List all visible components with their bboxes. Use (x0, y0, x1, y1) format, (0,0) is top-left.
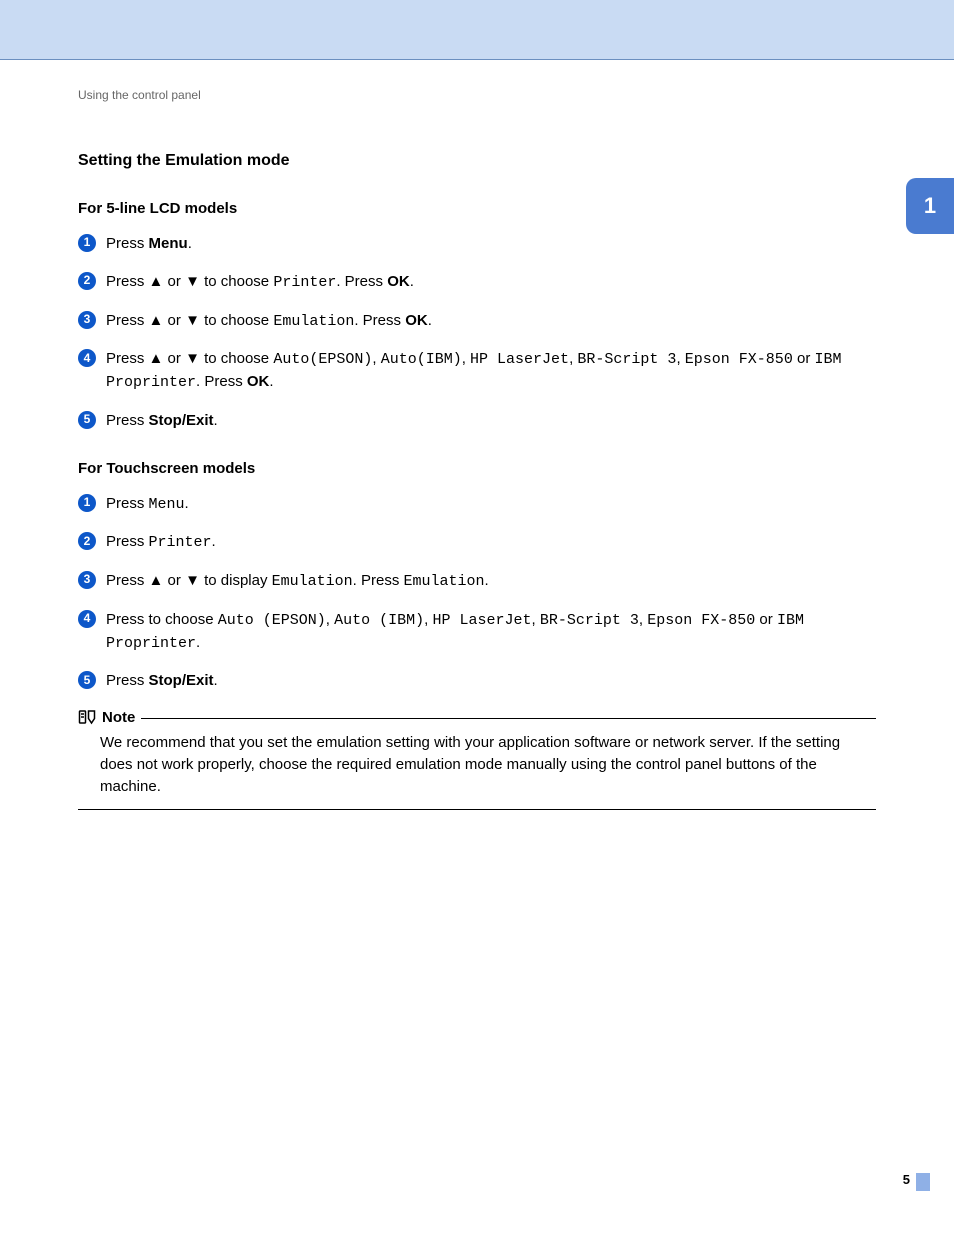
step-item: 4 Press ▲ or ▼ to choose Auto(EPSON), Aut… (78, 348, 876, 394)
step-number-bullet: 3 (78, 571, 96, 589)
note-pencil-icon (78, 708, 96, 726)
step-item: 3 Press ▲ or ▼ to choose Emulation. Press… (78, 310, 876, 333)
step-number-bullet: 4 (78, 610, 96, 628)
step-text: Press ▲ or ▼ to display Emulation. Press… (106, 570, 876, 593)
step-text: Press Stop/Exit. (106, 410, 876, 432)
step-number-bullet: 3 (78, 311, 96, 329)
step-text: Press Menu. (106, 233, 876, 255)
note-top-rule (141, 718, 876, 719)
step-item: 2 Press ▲ or ▼ to choose Printer. Press O… (78, 271, 876, 294)
page-number-bar (916, 1173, 930, 1191)
step-text: Press ▲ or ▼ to choose Auto(EPSON), Auto… (106, 348, 876, 394)
step-number-bullet: 1 (78, 494, 96, 512)
page-content: Using the control panel Setting the Emul… (0, 60, 954, 810)
step-item: 3 Press ▲ or ▼ to display Emulation. Pres… (78, 570, 876, 593)
step-item: 2 Press Printer. (78, 531, 876, 554)
step-text: Press ▲ or ▼ to choose Emulation. Press … (106, 310, 876, 333)
note-block: Note We recommend that you set the emula… (78, 708, 876, 810)
sub-heading: For 5-line LCD models (78, 200, 876, 217)
step-item: 4 Press to choose Auto (EPSON), Auto (IBM… (78, 609, 876, 655)
step-number-bullet: 2 (78, 532, 96, 550)
step-text: Press ▲ or ▼ to choose Printer. Press OK… (106, 271, 876, 294)
step-text: Press Stop/Exit. (106, 670, 876, 692)
step-number-bullet: 2 (78, 272, 96, 290)
note-body: We recommend that you set the emulation … (78, 726, 876, 809)
step-text: Press Menu. (106, 493, 876, 516)
note-label: Note (102, 709, 135, 726)
step-item: 1 Press Menu. (78, 233, 876, 255)
step-text: Press Printer. (106, 531, 876, 554)
step-number-bullet: 5 (78, 411, 96, 429)
step-number-bullet: 1 (78, 234, 96, 252)
top-band (0, 0, 954, 60)
step-item: 5 Press Stop/Exit. (78, 670, 876, 692)
step-text: Press to choose Auto (EPSON), Auto (IBM)… (106, 609, 876, 655)
step-number-bullet: 4 (78, 349, 96, 367)
step-item: 5 Press Stop/Exit. (78, 410, 876, 432)
breadcrumb: Using the control panel (78, 88, 876, 102)
section-title: Setting the Emulation mode (78, 152, 876, 170)
sub-heading: For Touchscreen models (78, 460, 876, 477)
step-item: 1 Press Menu. (78, 493, 876, 516)
step-number-bullet: 5 (78, 671, 96, 689)
note-bottom-rule (78, 809, 876, 810)
page-number: 5 (903, 1172, 910, 1187)
